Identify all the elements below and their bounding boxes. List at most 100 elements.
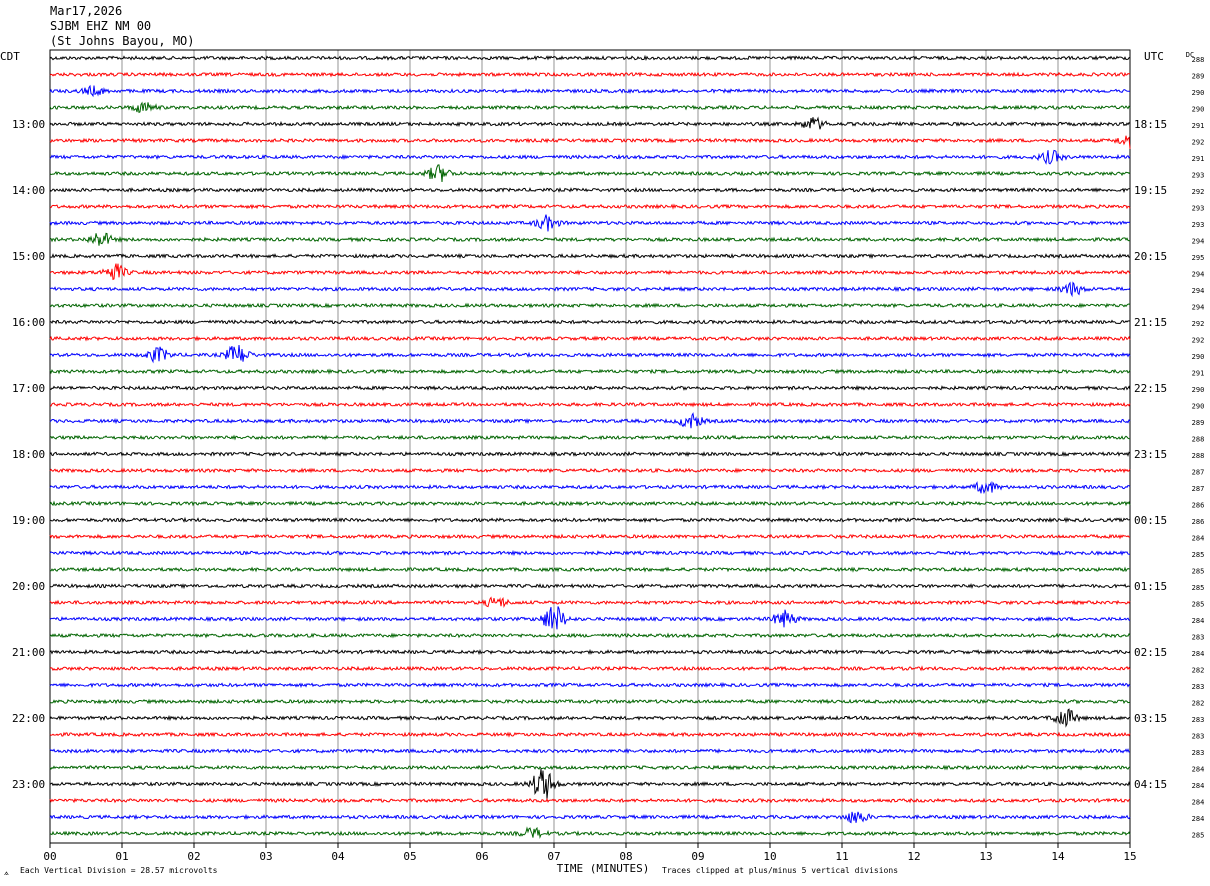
plot-frame — [49, 49, 1131, 844]
x-axis-title: TIME (MINUTES) — [557, 862, 650, 875]
dc-value: 290 — [1192, 89, 1205, 97]
dc-value: 284 — [1192, 617, 1205, 625]
cdt-axis-label: CDT — [0, 50, 20, 63]
x-tick-label: 00 — [43, 850, 56, 863]
dc-value: 292 — [1192, 139, 1205, 147]
seismic-trace — [49, 186, 1130, 194]
dc-value: 284 — [1192, 650, 1205, 658]
dc-value: 287 — [1192, 485, 1205, 493]
seismic-trace — [50, 252, 1131, 260]
scale-mark-icon: ⟑ — [4, 868, 9, 877]
dc-value: 290 — [1192, 106, 1205, 114]
seismic-trace — [49, 54, 1131, 62]
dc-value: 284 — [1192, 815, 1205, 823]
utc-hour-label: 20:15 — [1134, 250, 1167, 263]
x-tick-label: 14 — [1051, 850, 1065, 863]
dc-value: 285 — [1192, 584, 1205, 592]
seismic-trace — [49, 811, 1131, 824]
cdt-hour-label: 17:00 — [12, 382, 45, 395]
dc-value: 292 — [1192, 188, 1205, 196]
dc-value: 285 — [1192, 832, 1205, 840]
utc-hour-label: 22:15 — [1134, 382, 1167, 395]
utc-axis-label: UTC — [1144, 50, 1164, 63]
dc-value: 292 — [1192, 337, 1205, 345]
cdt-hour-label: 23:00 — [12, 778, 45, 791]
dc-value: 290 — [1192, 403, 1205, 411]
seismic-trace — [49, 263, 1131, 281]
dc-value: 285 — [1192, 551, 1205, 559]
dc-value: 290 — [1192, 353, 1205, 361]
seismic-trace — [49, 214, 1131, 232]
seismic-trace — [49, 344, 1131, 364]
clipping-note: Traces clipped at plus/minus 5 vertical … — [662, 866, 899, 875]
seismic-trace — [49, 681, 1131, 689]
utc-hour-label: 02:15 — [1134, 646, 1167, 659]
dc-value: 284 — [1192, 799, 1205, 807]
x-tick-label: 13 — [979, 850, 992, 863]
seismic-trace — [49, 764, 1131, 771]
cdt-hour-label: 18:00 — [12, 448, 45, 461]
x-tick-label: 10 — [763, 850, 776, 863]
dc-value: 294 — [1192, 304, 1205, 312]
seismic-trace — [49, 434, 1131, 441]
dc-value: 289 — [1192, 73, 1205, 81]
cdt-hour-label: 22:00 — [12, 712, 45, 725]
seismic-trace — [49, 708, 1131, 728]
dc-value: 291 — [1192, 122, 1205, 130]
seismic-trace — [49, 516, 1131, 524]
cdt-hour-label: 16:00 — [12, 316, 45, 329]
dc-value: 287 — [1192, 469, 1205, 477]
x-tick-label: 04 — [331, 850, 345, 863]
dc-value: 285 — [1192, 568, 1205, 576]
seismic-trace — [49, 149, 1131, 165]
dc-value: 290 — [1192, 386, 1205, 394]
seismic-trace — [49, 606, 1131, 630]
cdt-hour-label: 19:00 — [12, 514, 45, 527]
seismic-trace — [49, 318, 1131, 325]
x-tick-label: 02 — [187, 850, 200, 863]
dc-column-label: DC — [1186, 51, 1194, 59]
dc-value: 291 — [1192, 370, 1205, 378]
seismic-trace — [49, 596, 1131, 609]
dc-value: 288 — [1192, 452, 1205, 460]
dc-value: 294 — [1192, 238, 1205, 246]
dc-value: 294 — [1192, 271, 1205, 279]
utc-hour-label: 04:15 — [1134, 778, 1167, 791]
seismic-trace — [49, 135, 1131, 149]
utc-hour-label: 03:15 — [1134, 712, 1167, 725]
dc-value: 292 — [1192, 320, 1205, 328]
seismic-trace — [49, 203, 1131, 210]
seismic-trace — [49, 698, 1131, 705]
vertical-division-note: Each Vertical Division = 28.57 microvolt… — [20, 866, 218, 875]
x-tick-label: 12 — [907, 850, 920, 863]
cdt-hour-label: 13:00 — [12, 118, 45, 131]
dc-value: 284 — [1192, 766, 1205, 774]
cdt-hour-label: 14:00 — [12, 184, 45, 197]
dc-value: 283 — [1192, 634, 1205, 642]
dc-value: 295 — [1192, 254, 1205, 262]
seismic-trace — [49, 384, 1131, 392]
x-tick-label: 09 — [691, 850, 704, 863]
seismic-trace — [49, 467, 1131, 474]
seismic-trace — [49, 164, 1131, 183]
dc-value: 285 — [1192, 601, 1205, 609]
seismic-trace — [49, 116, 1131, 130]
seismic-trace — [49, 632, 1131, 639]
seismic-trace — [49, 401, 1131, 408]
dc-value: 293 — [1192, 205, 1205, 213]
seismic-trace — [49, 71, 1131, 78]
seismic-trace — [49, 232, 1131, 246]
dc-value: 283 — [1192, 683, 1205, 691]
dc-value: 289 — [1192, 419, 1205, 427]
x-tick-label: 03 — [259, 850, 272, 863]
dc-value: 293 — [1192, 172, 1205, 180]
seismic-trace — [49, 500, 1131, 507]
seismic-trace — [49, 748, 1131, 755]
dc-value: 294 — [1192, 287, 1205, 295]
dc-value: 283 — [1192, 733, 1205, 741]
x-tick-label: 11 — [835, 850, 848, 863]
utc-hour-label: 21:15 — [1134, 316, 1167, 329]
seismic-trace — [49, 826, 1131, 839]
utc-hour-label: 18:15 — [1134, 118, 1167, 131]
cdt-hour-label: 15:00 — [12, 250, 45, 263]
